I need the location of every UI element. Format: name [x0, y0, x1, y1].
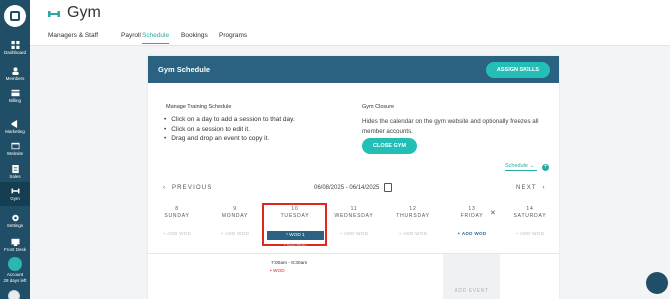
gym-schedule-card: Gym Schedule ASSIGN SKILLS Manage Traini… [148, 56, 559, 299]
schedule-dropdown[interactable]: Schedule ⌄ [505, 163, 537, 171]
dumbbell-icon [48, 11, 60, 17]
sidebar-item-label: Front Desk [3, 247, 26, 252]
next-week-button[interactable]: NEXT › [516, 185, 546, 191]
wod-item[interactable]: ᵞ WOD 1 [267, 231, 324, 240]
previous-label: PREVIOUS [171, 185, 213, 191]
sidebar-item-website[interactable]: Website [0, 137, 30, 161]
tab-schedule[interactable]: Schedule [142, 32, 170, 44]
tab-bar: Managers & Staff Payroll Schedule Bookin… [30, 28, 670, 46]
day-name: SATURDAY [513, 212, 547, 219]
add-event-button[interactable]: ADD EVENT [443, 288, 500, 294]
tab-bookings[interactable]: Bookings [181, 32, 208, 43]
sidebar-item-billing[interactable]: Billing [0, 84, 30, 108]
sidebar-item-label: Settings [6, 223, 24, 228]
sales-icon [11, 165, 20, 173]
add-wod-button[interactable]: + ADD WOD [206, 231, 264, 236]
sidebar-item-members[interactable]: Members [0, 62, 30, 86]
day-name: SUNDAY [164, 212, 190, 219]
day-header-saturday[interactable]: 14 SATURDAY [501, 206, 559, 219]
sidebar-item-label: Marketing [5, 129, 25, 134]
members-icon [11, 67, 20, 75]
previous-week-button[interactable]: ‹ PREVIOUS [163, 185, 213, 191]
help-icon[interactable] [8, 290, 20, 299]
account-avatar[interactable] [8, 257, 22, 271]
sidebar-item-label: Dashboard [3, 50, 26, 55]
website-icon [11, 142, 20, 150]
list-item: Drag and drop an event to copy it. [164, 134, 295, 144]
calendar-icon[interactable] [384, 183, 392, 192]
day-header-wednesday[interactable]: 11 WEDNESDAY [325, 206, 383, 219]
sidebar-item-settings[interactable]: Settings [0, 209, 30, 233]
settings-icon [11, 214, 20, 222]
sidebar-item-label: Website [6, 151, 24, 156]
add-wod-button[interactable]: + ADD WOD [443, 231, 501, 236]
chevron-left-icon: ‹ [163, 185, 167, 191]
session-name: WOD [273, 269, 285, 274]
instructions-list: Click on a day to add a session to that … [164, 115, 295, 144]
schedule-dropdown-label: Schedule [505, 163, 528, 169]
card-header: Gym Schedule ASSIGN SKILLS [148, 56, 559, 83]
sidebar-item-label: Billing [8, 98, 21, 103]
add-wod-button[interactable]: + ADD WOD [148, 231, 206, 236]
add-wod-button[interactable]: + ADD WOD [266, 242, 324, 247]
sidebar-item-label: Sales [9, 174, 21, 179]
card-title: Gym Schedule [158, 65, 211, 74]
day-name: MONDAY [221, 212, 249, 219]
list-item: Click on a session to edit it. [164, 125, 295, 135]
app-logo[interactable] [4, 5, 26, 27]
chevron-right-icon: › [542, 185, 546, 191]
wod-label: WOD 1 [289, 233, 305, 238]
sidebar-item-sales[interactable]: Sales [0, 160, 30, 184]
marketing-icon [11, 120, 20, 128]
tab-payroll[interactable]: Payroll [121, 32, 141, 43]
date-range: 06/08/2025 - 06/14/2025 [314, 185, 380, 191]
day-header-sunday[interactable]: 8 SUNDAY [148, 206, 206, 219]
day-name: WEDNESDAY [334, 212, 374, 219]
account-trial-days: 28 days left [3, 278, 27, 283]
dashboard-icon [11, 41, 20, 49]
account-label[interactable]: Account [0, 272, 30, 277]
day-header-monday[interactable]: 9 MONDAY [206, 206, 264, 219]
close-gym-button[interactable]: CLOSE GYM [362, 138, 417, 154]
gym-closure-description: Hides the calendar on the gym website an… [362, 118, 539, 135]
sidebar-item-front-desk[interactable]: Front Desk [0, 233, 30, 257]
billing-icon [11, 89, 20, 97]
list-item: Click on a day to add a session to that … [164, 115, 294, 125]
day-name: THURSDAY [396, 212, 430, 219]
session-time: 7:00am - 8:30am [271, 261, 308, 266]
chat-icon[interactable] [646, 272, 668, 294]
sidebar: Dashboard Members Billing Marketing Webs… [0, 0, 30, 299]
chevron-down-icon: ⌄ [529, 163, 535, 169]
sidebar-item-label: Members [5, 76, 25, 81]
sidebar-item-label: Gym [10, 196, 20, 201]
add-wod-button[interactable]: + ADD WOD [384, 231, 442, 236]
sidebar-item-marketing[interactable]: Marketing [0, 115, 30, 139]
session-item[interactable]: • WOD [270, 269, 285, 274]
tab-managers-staff[interactable]: Managers & Staff [48, 32, 98, 43]
add-icon[interactable]: + [542, 164, 549, 171]
add-wod-button[interactable]: + ADD WOD [325, 231, 383, 236]
assign-skills-button[interactable]: ASSIGN SKILLS [486, 62, 550, 78]
close-day-icon[interactable]: ✕ [490, 209, 496, 217]
dumbbell-icon [11, 187, 20, 195]
add-wod-button[interactable]: + ADD WOD [501, 231, 559, 236]
manage-schedule-title: Manage Training Schedule [166, 104, 232, 110]
next-label: NEXT [516, 185, 537, 191]
day-header-thursday[interactable]: 12 THURSDAY [384, 206, 442, 219]
front-desk-icon [11, 238, 20, 246]
gym-closure-title: Gym Closure [362, 104, 395, 110]
tab-programs[interactable]: Programs [219, 32, 247, 43]
sidebar-item-dashboard[interactable]: Dashboard [0, 36, 30, 60]
page-title: Gym [67, 4, 101, 21]
sidebar-item-gym[interactable]: Gym [0, 182, 30, 206]
